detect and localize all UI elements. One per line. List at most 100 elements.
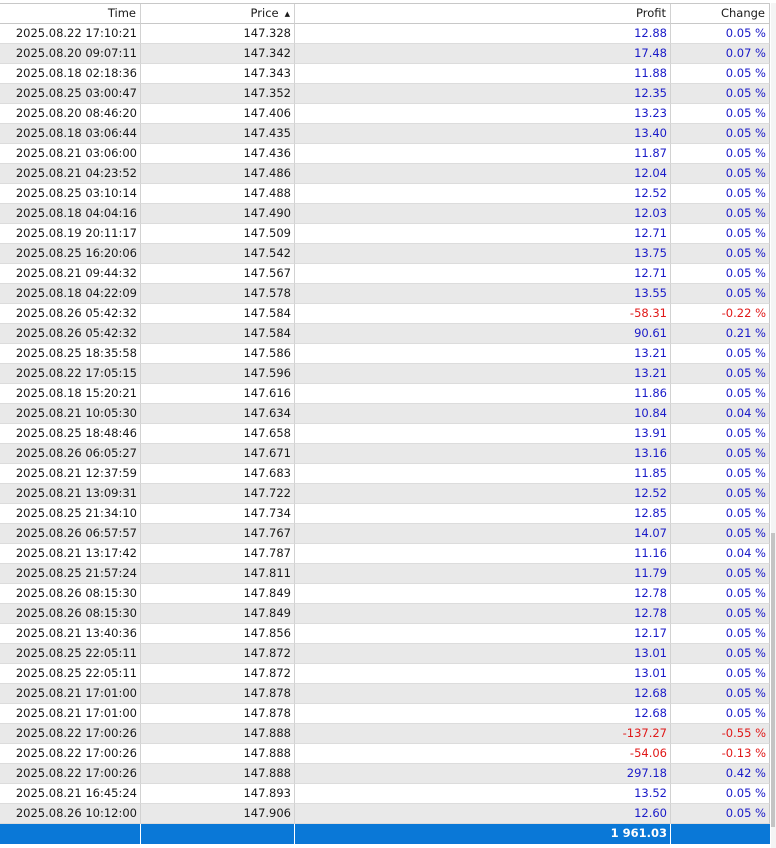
price-cell: 147.734 xyxy=(141,504,295,524)
profit-cell: -58.31 xyxy=(295,304,671,324)
price-cell: 147.435 xyxy=(141,124,295,144)
table-row[interactable]: 2025.08.18 02:18:36 147.343 11.88 0.05 % xyxy=(0,64,770,84)
table-row[interactable]: 2025.08.26 05:42:32 147.584 -58.31 -0.22 % xyxy=(0,304,770,324)
table-row[interactable]: 2025.08.25 22:05:11 147.872 13.01 0.05 % xyxy=(0,644,770,664)
price-cell: 147.856 xyxy=(141,624,295,644)
table-row[interactable]: 2025.08.26 06:05:27 147.671 13.16 0.05 % xyxy=(0,444,770,464)
table-row[interactable]: 2025.08.21 04:23:52 147.486 12.04 0.05 % xyxy=(0,164,770,184)
change-cell: 0.05 % xyxy=(671,504,770,524)
price-cell: 147.671 xyxy=(141,444,295,464)
table-row[interactable]: 2025.08.21 13:40:36 147.856 12.17 0.05 % xyxy=(0,624,770,644)
price-cell: 147.872 xyxy=(141,664,295,684)
column-header-profit[interactable]: Profit xyxy=(295,4,671,24)
column-header-price[interactable]: Price ▲ xyxy=(141,4,295,24)
table-row[interactable]: 2025.08.25 22:05:11 147.872 13.01 0.05 % xyxy=(0,664,770,684)
table-row[interactable]: 2025.08.21 17:01:00 147.878 12.68 0.05 % xyxy=(0,704,770,724)
table-row[interactable]: 2025.08.21 03:06:00 147.436 11.87 0.05 % xyxy=(0,144,770,164)
time-cell: 2025.08.21 03:06:00 xyxy=(0,144,141,164)
profit-cell: 12.35 xyxy=(295,84,671,104)
table-row[interactable]: 2025.08.21 17:01:00 147.878 12.68 0.05 % xyxy=(0,684,770,704)
price-cell: 147.436 xyxy=(141,144,295,164)
time-cell: 2025.08.21 12:37:59 xyxy=(0,464,141,484)
table-row[interactable]: 2025.08.26 08:15:30 147.849 12.78 0.05 % xyxy=(0,604,770,624)
time-cell: 2025.08.21 13:40:36 xyxy=(0,624,141,644)
profit-cell: 13.55 xyxy=(295,284,671,304)
time-cell: 2025.08.18 04:04:16 xyxy=(0,204,141,224)
change-cell: 0.05 % xyxy=(671,424,770,444)
vertical-scrollbar-thumb[interactable] xyxy=(771,533,775,827)
change-cell: 0.05 % xyxy=(671,584,770,604)
time-cell: 2025.08.21 17:01:00 xyxy=(0,704,141,724)
column-header-change[interactable]: Change xyxy=(671,4,770,24)
table-row[interactable]: 2025.08.25 03:00:47 147.352 12.35 0.05 % xyxy=(0,84,770,104)
table-row[interactable]: 2025.08.21 12:37:59 147.683 11.85 0.05 % xyxy=(0,464,770,484)
profit-cell: 12.78 xyxy=(295,584,671,604)
table-row[interactable]: 2025.08.25 18:35:58 147.586 13.21 0.05 % xyxy=(0,344,770,364)
table-row[interactable]: 2025.08.22 17:10:21 147.328 12.88 0.05 % xyxy=(0,24,770,44)
change-cell: 0.05 % xyxy=(671,144,770,164)
time-cell: 2025.08.26 08:15:30 xyxy=(0,604,141,624)
table-row[interactable]: 2025.08.21 16:45:24 147.893 13.52 0.05 % xyxy=(0,784,770,804)
table-row[interactable]: 2025.08.22 17:00:26 147.888 -137.27 -0.55 % xyxy=(0,724,770,744)
table-row[interactable]: 2025.08.26 10:12:00 147.906 12.60 0.05 % xyxy=(0,804,770,824)
table-row[interactable]: 2025.08.26 06:57:57 147.767 14.07 0.05 % xyxy=(0,524,770,544)
price-cell: 147.722 xyxy=(141,484,295,504)
table-row[interactable]: 2025.08.25 21:57:24 147.811 11.79 0.05 % xyxy=(0,564,770,584)
time-cell: 2025.08.25 22:05:11 xyxy=(0,644,141,664)
table-row[interactable]: 2025.08.19 20:11:17 147.509 12.71 0.05 % xyxy=(0,224,770,244)
time-cell: 2025.08.22 17:05:15 xyxy=(0,364,141,384)
price-cell: 147.906 xyxy=(141,804,295,824)
table-row[interactable]: 2025.08.18 04:04:16 147.490 12.03 0.05 % xyxy=(0,204,770,224)
trade-history-table: Time Price ▲ Profit Change 2025.08.22 17:… xyxy=(0,3,770,844)
column-header-time[interactable]: Time xyxy=(0,4,141,24)
price-cell: 147.893 xyxy=(141,784,295,804)
table-row[interactable]: 2025.08.25 21:34:10 147.734 12.85 0.05 % xyxy=(0,504,770,524)
profit-cell: 12.71 xyxy=(295,224,671,244)
profit-cell: 13.16 xyxy=(295,444,671,464)
time-cell: 2025.08.25 03:00:47 xyxy=(0,84,141,104)
table-row[interactable]: 2025.08.25 18:48:46 147.658 13.91 0.05 % xyxy=(0,424,770,444)
table-row[interactable]: 2025.08.22 17:05:15 147.596 13.21 0.05 % xyxy=(0,364,770,384)
table-row[interactable]: 2025.08.25 16:20:06 147.542 13.75 0.05 % xyxy=(0,244,770,264)
column-header-label: Price xyxy=(250,6,279,20)
change-cell: 0.05 % xyxy=(671,444,770,464)
table-row[interactable]: 2025.08.21 10:05:30 147.634 10.84 0.04 % xyxy=(0,404,770,424)
table-row[interactable]: 2025.08.20 08:46:20 147.406 13.23 0.05 % xyxy=(0,104,770,124)
change-cell: 0.05 % xyxy=(671,804,770,824)
table-row[interactable]: 2025.08.21 13:09:31 147.722 12.52 0.05 % xyxy=(0,484,770,504)
profit-cell: 11.85 xyxy=(295,464,671,484)
change-cell: 0.05 % xyxy=(671,524,770,544)
price-cell: 147.878 xyxy=(141,684,295,704)
price-cell: 147.584 xyxy=(141,324,295,344)
table-row[interactable]: 2025.08.22 17:00:26 147.888 -54.06 -0.13 % xyxy=(0,744,770,764)
table-row[interactable]: 2025.08.22 17:00:26 147.888 297.18 0.42 % xyxy=(0,764,770,784)
time-cell: 2025.08.25 18:35:58 xyxy=(0,344,141,364)
profit-cell: 13.21 xyxy=(295,364,671,384)
change-cell: 0.21 % xyxy=(671,324,770,344)
table-row[interactable]: 2025.08.21 09:44:32 147.567 12.71 0.05 % xyxy=(0,264,770,284)
profit-cell: 13.21 xyxy=(295,344,671,364)
change-cell: 0.05 % xyxy=(671,624,770,644)
time-cell: 2025.08.22 17:00:26 xyxy=(0,724,141,744)
profit-cell: 90.61 xyxy=(295,324,671,344)
profit-cell: 17.48 xyxy=(295,44,671,64)
table-row[interactable]: 2025.08.26 08:15:30 147.849 12.78 0.05 % xyxy=(0,584,770,604)
time-cell: 2025.08.21 09:44:32 xyxy=(0,264,141,284)
table-row[interactable]: 2025.08.26 05:42:32 147.584 90.61 0.21 % xyxy=(0,324,770,344)
price-cell: 147.488 xyxy=(141,184,295,204)
profit-cell: -137.27 xyxy=(295,724,671,744)
table-row[interactable]: 2025.08.18 03:06:44 147.435 13.40 0.05 % xyxy=(0,124,770,144)
change-cell: 0.07 % xyxy=(671,44,770,64)
table-header: Time Price ▲ Profit Change xyxy=(0,4,770,24)
table-row[interactable]: 2025.08.21 13:17:42 147.787 11.16 0.04 % xyxy=(0,544,770,564)
time-cell: 2025.08.25 21:34:10 xyxy=(0,504,141,524)
table-row[interactable]: 2025.08.20 09:07:11 147.342 17.48 0.07 % xyxy=(0,44,770,64)
price-cell: 147.888 xyxy=(141,744,295,764)
change-cell: 0.05 % xyxy=(671,24,770,44)
table-row[interactable]: 2025.08.18 04:22:09 147.578 13.55 0.05 % xyxy=(0,284,770,304)
table-row[interactable]: 2025.08.25 03:10:14 147.488 12.52 0.05 % xyxy=(0,184,770,204)
time-cell: 2025.08.26 06:05:27 xyxy=(0,444,141,464)
change-cell: 0.04 % xyxy=(671,404,770,424)
price-cell: 147.586 xyxy=(141,344,295,364)
table-row[interactable]: 2025.08.18 15:20:21 147.616 11.86 0.05 % xyxy=(0,384,770,404)
